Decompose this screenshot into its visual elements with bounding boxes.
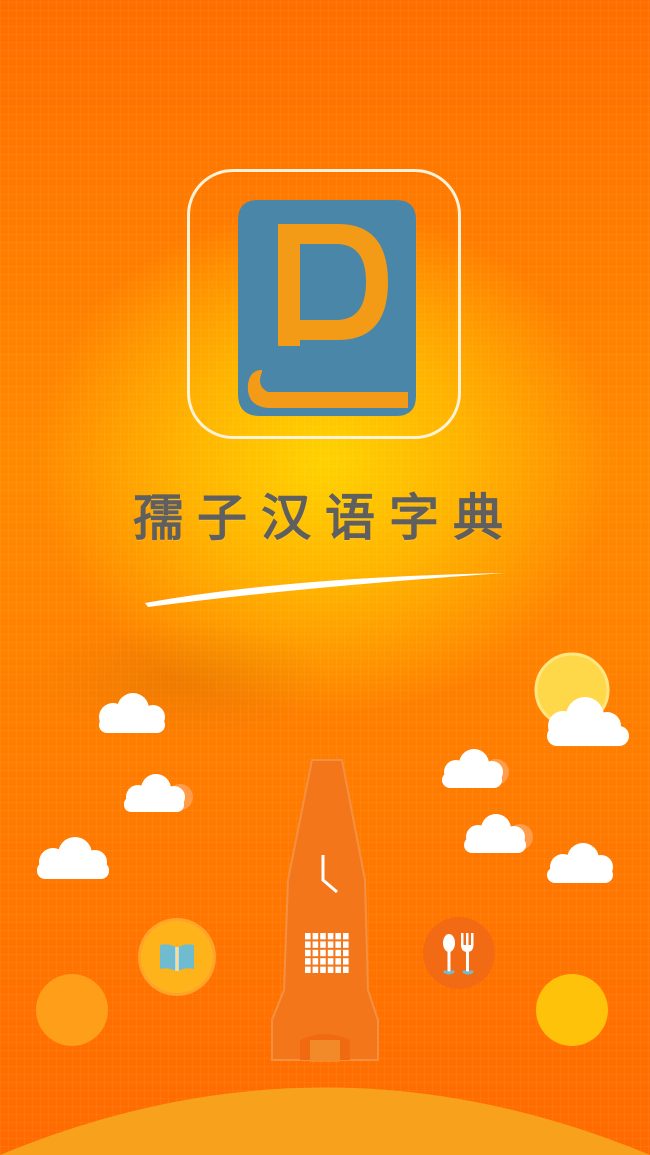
food-badge — [423, 917, 495, 989]
hill — [0, 1087, 650, 1155]
swoosh-stroke — [145, 573, 505, 607]
decor-circle-right — [536, 974, 608, 1046]
decor-circle-left — [36, 974, 108, 1046]
book-badge — [141, 921, 213, 993]
rocket-tower-icon — [271, 759, 379, 1062]
logo-book-icon — [238, 200, 416, 416]
scene-illustration — [0, 652, 650, 1155]
splash-screen: 孺子汉语字典 — [0, 0, 650, 1155]
app-title: 孺子汉语字典 — [133, 488, 517, 547]
spoon-fork-icon — [443, 933, 474, 975]
open-book-icon — [160, 944, 194, 971]
